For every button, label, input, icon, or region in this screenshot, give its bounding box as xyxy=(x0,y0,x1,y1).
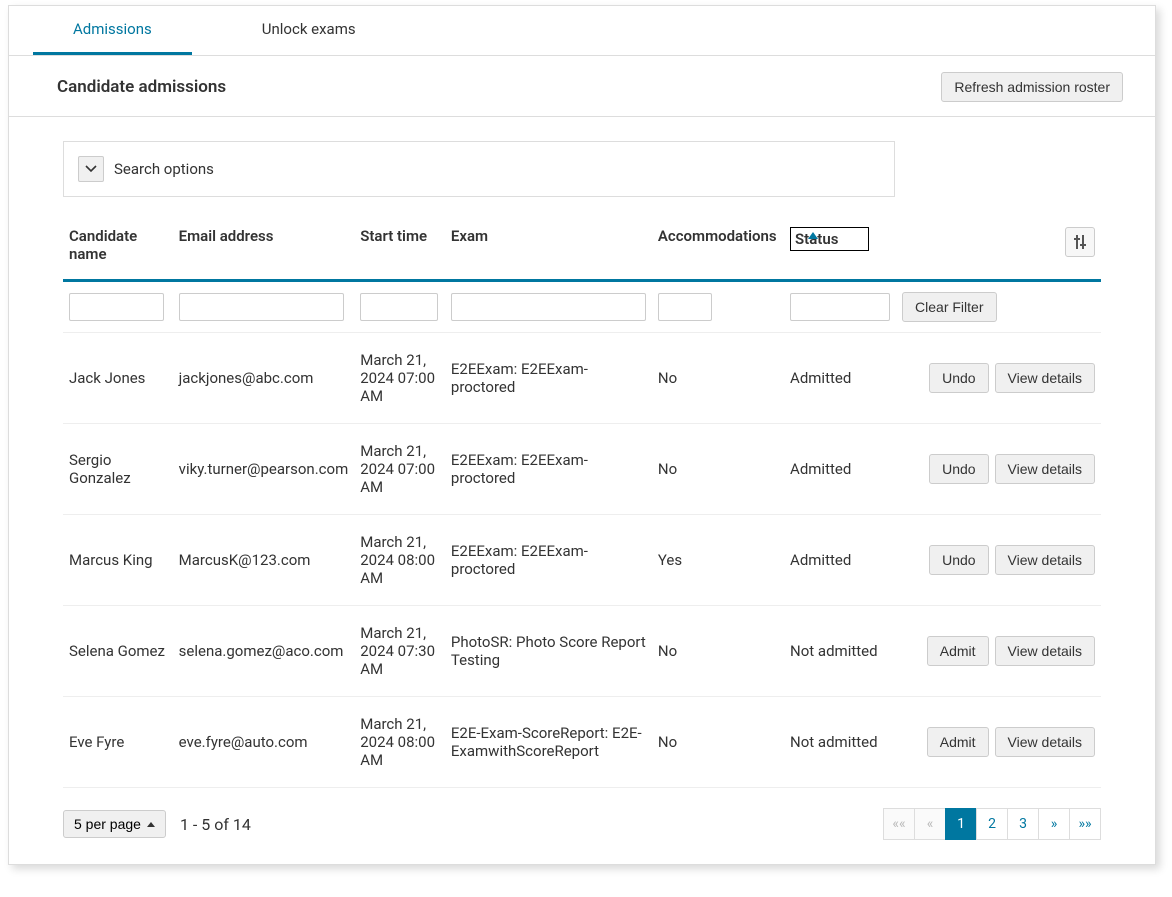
cell-actions: AdmitView details xyxy=(896,697,1101,788)
view-details-button[interactable]: View details xyxy=(995,454,1095,484)
cell-status: Not admitted xyxy=(784,697,896,788)
filter-candidate-name[interactable] xyxy=(69,293,164,321)
search-options-toggle[interactable] xyxy=(78,156,104,182)
cell-actions: UndoView details xyxy=(896,333,1101,424)
column-settings-button[interactable] xyxy=(1065,227,1095,257)
col-candidate-name[interactable]: Candidate name xyxy=(63,217,173,281)
view-details-button[interactable]: View details xyxy=(995,545,1095,575)
sliders-icon xyxy=(1073,235,1087,249)
range-text: 1 - 5 of 14 xyxy=(180,815,251,834)
view-details-button[interactable]: View details xyxy=(995,636,1095,666)
cell-status: Admitted xyxy=(784,333,896,424)
table-row: Selena Gomezselena.gomez@aco.comMarch 21… xyxy=(63,606,1101,697)
cell-name: Marcus King xyxy=(63,515,173,606)
cell-accom: No xyxy=(652,333,784,424)
cell-accom: No xyxy=(652,697,784,788)
cell-accom: No xyxy=(652,424,784,515)
col-status[interactable]: Status xyxy=(784,217,896,281)
cell-name: Selena Gomez xyxy=(63,606,173,697)
table-row: Eve Fyreeve.fyre@auto.comMarch 21, 2024 … xyxy=(63,697,1101,788)
cell-status: Admitted xyxy=(784,424,896,515)
tabs: Admissions Unlock exams xyxy=(9,6,1155,56)
status-sort-box: Status xyxy=(790,227,869,251)
cell-start: March 21, 2024 07:00 AM xyxy=(354,424,445,515)
cell-name: Eve Fyre xyxy=(63,697,173,788)
col-actions xyxy=(896,217,1059,281)
cell-email: selena.gomez@aco.com xyxy=(173,606,355,697)
cell-exam: E2EExam: E2EExam-proctored xyxy=(445,515,652,606)
table-row: Jack Jonesjackjones@abc.comMarch 21, 202… xyxy=(63,333,1101,424)
table-body: Jack Jonesjackjones@abc.comMarch 21, 202… xyxy=(63,333,1101,788)
cell-exam: E2E-Exam-ScoreReport: E2E-ExamwithScoreR… xyxy=(445,697,652,788)
tab-unlock-exams[interactable]: Unlock exams xyxy=(222,6,396,55)
per-page-dropdown[interactable]: 5 per page xyxy=(63,810,166,838)
cell-name: Jack Jones xyxy=(63,333,173,424)
cell-start: March 21, 2024 07:30 AM xyxy=(354,606,445,697)
cell-status: Admitted xyxy=(784,515,896,606)
page-next[interactable]: » xyxy=(1038,808,1070,840)
cell-email: eve.fyre@auto.com xyxy=(173,697,355,788)
table-footer: 5 per page 1 - 5 of 14 «« « 1 2 3 » »» xyxy=(9,804,1155,864)
col-accommodations[interactable]: Accommodations xyxy=(652,217,784,281)
cell-accom: No xyxy=(652,606,784,697)
page-1[interactable]: 1 xyxy=(945,808,977,840)
undo-button[interactable]: Undo xyxy=(929,545,988,575)
cell-start: March 21, 2024 08:00 AM xyxy=(354,515,445,606)
view-details-button[interactable]: View details xyxy=(995,727,1095,757)
pagination: «« « 1 2 3 » »» xyxy=(884,808,1101,840)
chevron-down-icon xyxy=(85,165,97,173)
sort-ascending-icon xyxy=(808,232,818,239)
caret-up-icon xyxy=(147,822,155,827)
filter-accommodations[interactable] xyxy=(658,293,712,321)
cell-email: jackjones@abc.com xyxy=(173,333,355,424)
app-panel: Admissions Unlock exams Candidate admiss… xyxy=(8,5,1156,865)
table-row: Sergio Gonzalezviky.turner@pearson.comMa… xyxy=(63,424,1101,515)
filter-exam[interactable] xyxy=(451,293,646,321)
search-options-label: Search options xyxy=(114,160,214,178)
view-details-button[interactable]: View details xyxy=(995,363,1095,393)
cell-actions: AdmitView details xyxy=(896,606,1101,697)
undo-button[interactable]: Undo xyxy=(929,454,988,484)
cell-actions: UndoView details xyxy=(896,515,1101,606)
filter-status[interactable] xyxy=(790,293,890,321)
col-settings xyxy=(1059,217,1101,281)
page-last[interactable]: »» xyxy=(1069,808,1101,840)
cell-exam: E2EExam: E2EExam-proctored xyxy=(445,333,652,424)
clear-filter-button[interactable]: Clear Filter xyxy=(902,292,996,322)
admit-button[interactable]: Admit xyxy=(927,727,989,757)
table-row: Marcus KingMarcusK@123.comMarch 21, 2024… xyxy=(63,515,1101,606)
filter-email[interactable] xyxy=(179,293,344,321)
header-row: Candidate name Email address Start time … xyxy=(63,217,1101,281)
admit-button[interactable]: Admit xyxy=(927,636,989,666)
cell-exam: PhotoSR: Photo Score Report Testing xyxy=(445,606,652,697)
filter-start-time[interactable] xyxy=(360,293,438,321)
cell-accom: Yes xyxy=(652,515,784,606)
table-wrap: Candidate name Email address Start time … xyxy=(9,207,1155,804)
search-options-panel: Search options xyxy=(63,141,895,197)
cell-email: viky.turner@pearson.com xyxy=(173,424,355,515)
page-title: Candidate admissions xyxy=(57,77,226,97)
tab-admissions[interactable]: Admissions xyxy=(33,6,192,55)
col-email[interactable]: Email address xyxy=(173,217,355,281)
cell-start: March 21, 2024 08:00 AM xyxy=(354,697,445,788)
header-row: Candidate admissions Refresh admission r… xyxy=(9,56,1155,117)
admissions-table: Candidate name Email address Start time … xyxy=(63,217,1101,788)
undo-button[interactable]: Undo xyxy=(929,363,988,393)
page-3[interactable]: 3 xyxy=(1007,808,1039,840)
page-first[interactable]: «« xyxy=(883,808,915,840)
col-exam[interactable]: Exam xyxy=(445,217,652,281)
page-2[interactable]: 2 xyxy=(976,808,1008,840)
cell-actions: UndoView details xyxy=(896,424,1101,515)
cell-exam: E2EExam: E2EExam-proctored xyxy=(445,424,652,515)
col-start-time[interactable]: Start time xyxy=(354,217,445,281)
refresh-roster-button[interactable]: Refresh admission roster xyxy=(941,72,1123,102)
per-page-label: 5 per page xyxy=(74,816,141,832)
cell-name: Sergio Gonzalez xyxy=(63,424,173,515)
page-prev[interactable]: « xyxy=(914,808,946,840)
filter-row: Clear Filter xyxy=(63,281,1101,333)
cell-status: Not admitted xyxy=(784,606,896,697)
cell-email: MarcusK@123.com xyxy=(173,515,355,606)
cell-start: March 21, 2024 07:00 AM xyxy=(354,333,445,424)
